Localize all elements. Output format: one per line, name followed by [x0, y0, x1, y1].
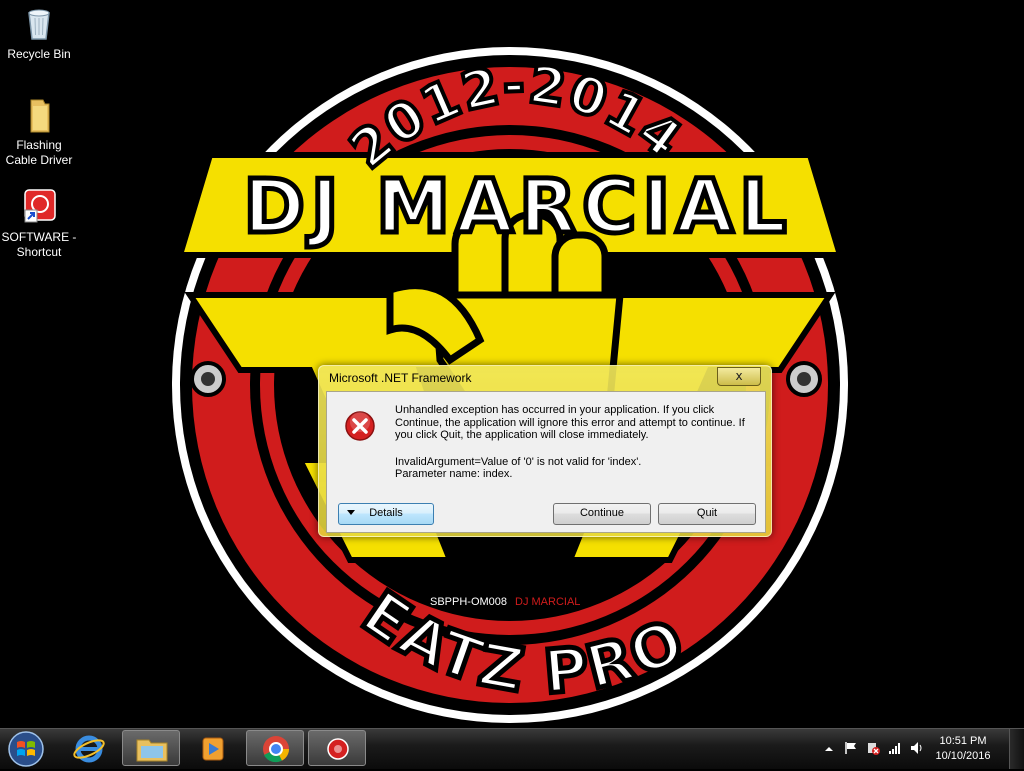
show-desktop-button[interactable] [1009, 729, 1024, 769]
taskbar-chrome[interactable] [246, 730, 304, 766]
wallpaper-signature: DJ MARCIAL [515, 596, 580, 608]
dialog-message: Unhandled exception has occurred in your… [395, 404, 750, 481]
folder-icon [19, 96, 59, 136]
dialog-title: Microsoft .NET Framework [329, 371, 472, 385]
start-button[interactable] [4, 730, 48, 768]
record-app-icon [327, 738, 349, 760]
windows-logo-icon [8, 731, 44, 767]
details-button[interactable]: Details [338, 503, 434, 525]
quit-button[interactable]: Quit [658, 503, 756, 525]
chevron-down-icon [347, 510, 355, 515]
media-player-icon [202, 737, 224, 761]
clock-date: 10/10/2016 [935, 750, 991, 762]
exception-message: Unhandled exception has occurred in your… [395, 404, 745, 441]
taskbar-windows-explorer[interactable] [122, 730, 180, 766]
taskbar-software-app[interactable] [308, 730, 366, 766]
taskbar-internet-explorer[interactable] [60, 730, 118, 766]
desktop-icon-software-shortcut[interactable]: SOFTWARE - Shortcut [1, 188, 77, 260]
desktop-icon-label: SOFTWARE - Shortcut [1, 230, 77, 259]
desktop-icon-flashing-cable-driver[interactable]: Flashing Cable Driver [1, 96, 77, 168]
volume-icon[interactable] [910, 741, 924, 755]
taskbar: 10:51 PM 10/10/2016 [0, 728, 1024, 769]
continue-button[interactable]: Continue [553, 503, 651, 525]
details-label: Details [369, 507, 403, 519]
system-tray: 10:51 PM 10/10/2016 [814, 729, 1024, 769]
close-icon: x [735, 369, 743, 383]
software-shortcut-icon [19, 188, 59, 228]
clock-time: 10:51 PM [939, 735, 987, 747]
wallpaper-name: DJ MARCIAL [244, 164, 793, 250]
show-hidden-icons-icon[interactable] [824, 743, 838, 757]
wallpaper-code: SBPPH-OM008 [430, 596, 507, 608]
device-warning-icon[interactable] [866, 741, 880, 755]
action-center-flag-icon[interactable] [844, 741, 858, 755]
error-dialog: Microsoft .NET Framework x Unhandled exc… [318, 365, 772, 537]
taskbar-clock[interactable]: 10:51 PM 10/10/2016 [928, 734, 998, 764]
taskbar-media-player[interactable] [184, 730, 242, 766]
desktop-icon-recycle-bin[interactable]: Recycle Bin [1, 5, 77, 62]
desktop-icon-label: Flashing Cable Driver [5, 138, 73, 167]
internet-explorer-icon [73, 735, 105, 763]
invalid-argument-text: InvalidArgument=Value of '0' is not vali… [395, 455, 642, 468]
dialog-close-button[interactable]: x [717, 367, 761, 386]
folder-icon [136, 739, 168, 762]
recycle-bin-icon [19, 5, 59, 45]
desktop-icon-label: Recycle Bin [7, 47, 71, 61]
error-icon [344, 410, 376, 442]
chrome-icon [263, 736, 289, 763]
network-signal-icon[interactable] [888, 741, 902, 755]
dialog-client-area: Unhandled exception has occurred in your… [326, 391, 766, 533]
parameter-name-text: Parameter name: index. [395, 468, 513, 480]
